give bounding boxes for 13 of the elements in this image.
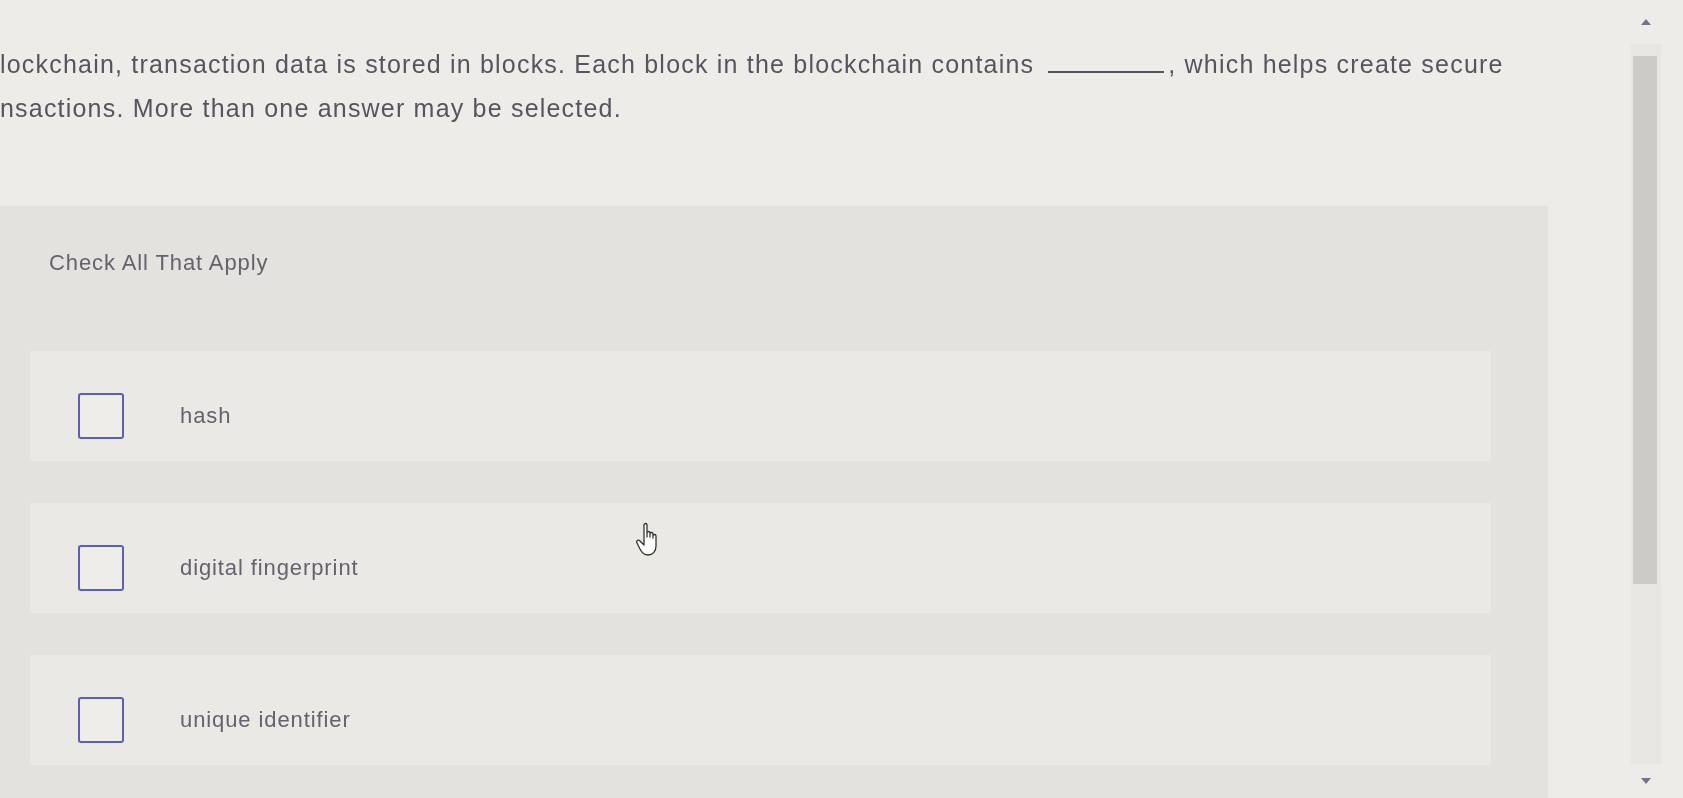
- checkbox[interactable]: [78, 393, 124, 439]
- question-text: nsactions. More than one answer may be selected.: [0, 93, 622, 124]
- caret-down-icon: [1641, 778, 1651, 784]
- caret-up-icon: [1641, 19, 1651, 25]
- checkbox[interactable]: [78, 545, 124, 591]
- scrollbar-thumb[interactable]: [1633, 56, 1657, 584]
- option-label: digital fingerprint: [180, 555, 359, 581]
- option-label: unique identifier: [180, 707, 351, 733]
- checkbox[interactable]: [78, 697, 124, 743]
- question-text: lockchain, transaction data is stored in blocks. Each block in the blockchain contains: [0, 49, 1035, 80]
- instruction-text: Check All That Apply: [49, 249, 269, 277]
- question-text: , which helps create secure: [1168, 49, 1504, 80]
- option-label: hash: [180, 403, 232, 429]
